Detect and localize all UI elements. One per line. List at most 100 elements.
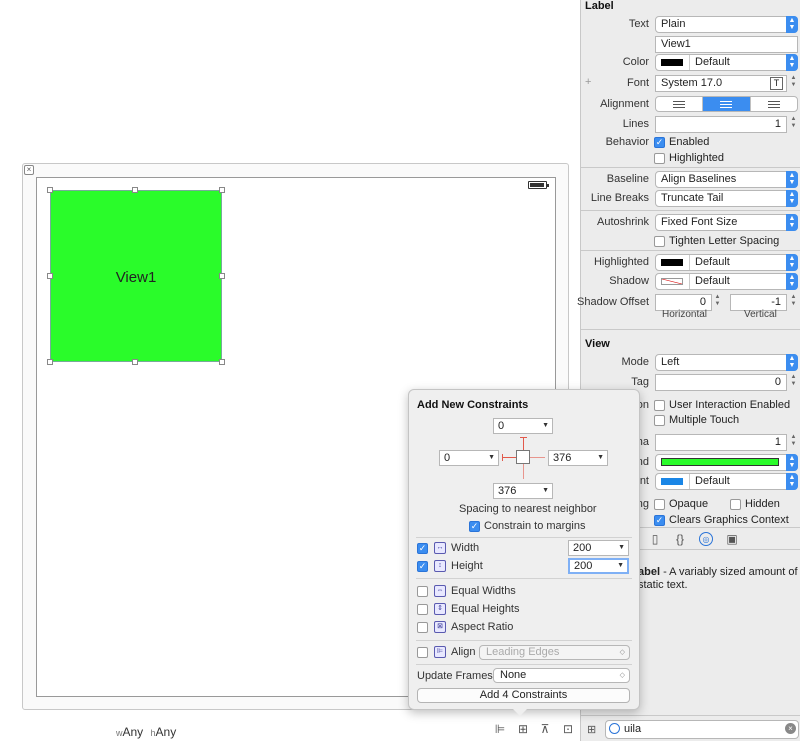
shadow-color-popup[interactable]: Default ▲ ▼	[655, 273, 798, 290]
multiple-touch-checkbox[interactable]	[654, 415, 665, 426]
selected-label-view[interactable]: View1	[50, 190, 222, 362]
tag-field[interactable]: 0	[655, 374, 787, 391]
autoshrink-popup[interactable]: Fixed Font Size ▲ ▼	[655, 214, 798, 231]
swatch-divider	[689, 255, 690, 270]
scene-close-icon[interactable]: ×	[24, 165, 34, 175]
top-spacing-value: 0	[498, 420, 505, 432]
lines-field[interactable]: 1	[655, 116, 787, 133]
color-popup[interactable]: Default ▲ ▼	[655, 54, 798, 71]
grid-view-icon[interactable]: ⊞	[587, 723, 596, 736]
chevron-updown-icon: ▲ ▼	[786, 354, 798, 371]
resize-handle-ml[interactable]	[47, 273, 53, 279]
bottom-spacing-combo[interactable]: 376 ▼	[493, 483, 553, 499]
baseline-popup[interactable]: Align Baselines ▲ ▼	[655, 171, 798, 188]
divider	[581, 210, 800, 211]
equal-heights-checkbox[interactable]	[417, 604, 428, 615]
content-mode-popup[interactable]: Left ▲ ▼	[655, 354, 798, 371]
resize-handle-tm[interactable]	[132, 187, 138, 193]
media-library-icon[interactable]: ▣	[725, 532, 739, 546]
opaque-checkbox[interactable]	[654, 499, 665, 510]
alpha-field[interactable]: 1	[655, 434, 787, 451]
highlighted-checkbox[interactable]	[654, 153, 665, 164]
pin-icon[interactable]: ⊞	[516, 723, 530, 736]
shadow-horizontal-stepper[interactable]: ▲ ▼	[713, 294, 722, 311]
resize-handle-bm[interactable]	[132, 359, 138, 365]
font-picker-icon[interactable]: T	[770, 77, 783, 90]
chevron-updown-icon: ▲ ▼	[786, 16, 798, 33]
code-snippet-icon[interactable]: {}	[673, 532, 687, 546]
alignment-segmented-control[interactable]	[655, 96, 798, 112]
chevron-down-icon: ▼	[617, 562, 624, 569]
top-strut[interactable]	[523, 437, 524, 450]
enabled-checkbox[interactable]: ✓	[654, 137, 665, 148]
library-item-description[interactable]: abel - A variably sized amount of static…	[638, 566, 798, 592]
add-constraints-button[interactable]: Add 4 Constraints	[417, 688, 630, 703]
font-size-stepper[interactable]: ▲ ▼	[789, 75, 798, 92]
highlighted-color-value: Default	[695, 256, 730, 268]
user-interaction-checkbox[interactable]	[654, 400, 665, 411]
height-checkbox[interactable]: ✓	[417, 561, 428, 572]
text-type-popup[interactable]: Plain ▲ ▼	[655, 16, 798, 33]
resizing-behavior-icon[interactable]: ⊡	[561, 723, 575, 736]
leading-strut[interactable]	[502, 457, 516, 458]
background-color-popup[interactable]: ▲ ▼	[655, 454, 798, 471]
clears-graphics-checkbox[interactable]: ✓	[654, 515, 665, 526]
resize-handle-bl[interactable]	[47, 359, 53, 365]
line-breaks-popup[interactable]: Truncate Tail ▲ ▼	[655, 190, 798, 207]
alignment-label: Alignment	[600, 98, 649, 110]
chevron-updown-icon: ▲ ▼	[786, 473, 798, 490]
leading-spacing-combo[interactable]: 0 ▼	[439, 450, 499, 466]
alpha-stepper[interactable]: ▲ ▼	[789, 434, 798, 451]
tag-stepper[interactable]: ▲ ▼	[789, 374, 798, 391]
equal-heights-icon: ⇕	[434, 603, 446, 615]
clear-search-icon[interactable]: ×	[785, 723, 796, 734]
file-template-icon[interactable]: ▯	[648, 532, 662, 546]
bottom-spacing-value: 376	[498, 485, 517, 497]
object-library-icon[interactable]: ◎	[699, 532, 713, 546]
bottom-strut[interactable]	[523, 464, 524, 479]
height-combo[interactable]: 200 ▼	[568, 558, 629, 574]
swatch-divider	[689, 55, 690, 70]
resize-handle-mr[interactable]	[219, 273, 225, 279]
shadow-label: Shadow	[609, 275, 649, 287]
horizontal-caption: Horizontal	[662, 309, 708, 320]
tint-color-popup[interactable]: Default ▲ ▼	[655, 473, 798, 490]
resize-handle-br[interactable]	[219, 359, 225, 365]
trailing-spacing-combo[interactable]: 376 ▼	[548, 450, 608, 466]
hidden-checkbox[interactable]	[730, 499, 741, 510]
size-class-toggle[interactable]: wAny hAny	[116, 725, 176, 739]
trailing-strut[interactable]	[530, 457, 545, 458]
width-combo[interactable]: 200 ▼	[568, 540, 629, 556]
constrain-margins-checkbox[interactable]: ✓	[469, 521, 480, 532]
lines-stepper[interactable]: ▲ ▼	[789, 116, 798, 133]
resolve-auto-layout-icon[interactable]: ⊼	[538, 723, 552, 736]
popover-title: Add New Constraints	[417, 399, 529, 411]
aspect-ratio-checkbox[interactable]	[417, 622, 428, 633]
equal-heights-label: Equal Heights	[451, 603, 520, 615]
align-type-popup[interactable]: Leading Edges ◇	[479, 645, 630, 660]
chevron-updown-icon: ▲ ▼	[786, 214, 798, 231]
resize-handle-tr[interactable]	[219, 187, 225, 193]
highlighted-check-label: Highlighted	[669, 152, 725, 164]
align-center-segment[interactable]	[703, 97, 751, 111]
update-frames-popup[interactable]: None ◇	[493, 668, 630, 683]
width-checkbox[interactable]: ✓	[417, 543, 428, 554]
resize-handle-tl[interactable]	[47, 187, 53, 193]
chevron-updown-icon: ◇	[619, 649, 625, 656]
align-right-segment[interactable]	[751, 97, 797, 111]
font-field[interactable]: System 17.0 T	[655, 75, 787, 92]
chevron-down-icon: ▼	[542, 422, 549, 429]
align-checkbox[interactable]	[417, 647, 428, 658]
align-constraint-icon: ⊫	[434, 646, 446, 658]
highlighted-color-popup[interactable]: Default ▲ ▼	[655, 254, 798, 271]
text-content-field[interactable]: View1	[655, 36, 798, 53]
align-left-segment[interactable]	[656, 97, 704, 111]
tighten-spacing-checkbox[interactable]	[654, 236, 665, 247]
top-spacing-combo[interactable]: 0 ▼	[493, 418, 553, 434]
add-variation-icon[interactable]: +	[585, 76, 591, 88]
library-filter-input[interactable]: uila	[605, 720, 799, 739]
chevron-down-icon: ▼	[488, 454, 495, 461]
equal-widths-checkbox[interactable]	[417, 586, 428, 597]
shadow-vertical-stepper[interactable]: ▲ ▼	[789, 294, 798, 311]
align-icon[interactable]: ⊫	[493, 723, 507, 736]
